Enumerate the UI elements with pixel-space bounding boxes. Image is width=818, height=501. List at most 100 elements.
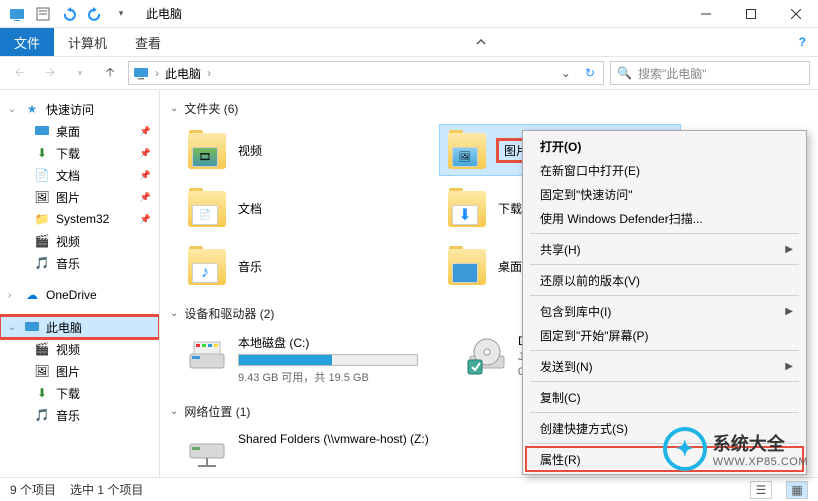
network-share[interactable]: Shared Folders (\\vmware-host) (Z:)	[180, 428, 440, 477]
redo-icon[interactable]	[84, 3, 106, 25]
pin-icon: 📌	[140, 192, 151, 203]
sidebar-item-system32[interactable]: 📁System32📌	[0, 208, 159, 230]
menu-send-to[interactable]: 发送到(N)▶	[526, 354, 803, 378]
sidebar-item-documents[interactable]: 📄文档📌	[0, 164, 159, 186]
help-icon[interactable]: ?	[787, 28, 818, 56]
download-icon: ⬇	[34, 145, 50, 161]
close-button[interactable]	[773, 0, 818, 28]
pc-icon	[133, 66, 149, 80]
window-title: 此电脑	[146, 5, 182, 22]
sidebar-onedrive[interactable]: ›☁OneDrive	[0, 284, 159, 306]
folder-documents[interactable]: 📄 文档	[180, 183, 420, 233]
folder-label: 视频	[238, 142, 262, 159]
drive-usage-text: 9.43 GB 可用，共 19.5 GB	[238, 369, 434, 385]
video-icon: 🎬	[34, 341, 50, 357]
expand-icon[interactable]: ⌄	[8, 322, 18, 333]
music-icon: 🎵	[34, 255, 50, 271]
sidebar-item-label: 音乐	[56, 255, 80, 272]
section-title: 网络位置 (1)	[184, 403, 250, 420]
menu-separator	[530, 295, 799, 296]
sidebar-pc-videos[interactable]: 🎬视频	[0, 338, 159, 360]
breadcrumb-root[interactable]: 此电脑	[165, 65, 201, 82]
properties-qat-icon[interactable]	[32, 3, 54, 25]
folder-videos[interactable]: 🎞 视频	[180, 125, 420, 175]
navbar: 🡠 🡢 ▾ 🡡 › 此电脑 › ⌄ ↻ 🔍 搜索"此电脑"	[0, 56, 818, 90]
menu-open[interactable]: 打开(O)	[526, 134, 803, 158]
menu-share[interactable]: 共享(H)▶	[526, 237, 803, 261]
sidebar-quick-access[interactable]: ⌄★快速访问	[0, 98, 159, 120]
qat-dropdown-icon[interactable]: ▾	[110, 3, 132, 25]
expand-icon[interactable]: ›	[8, 290, 18, 301]
menu-pin-quick-access[interactable]: 固定到"快速访问"	[526, 182, 803, 206]
sidebar-item-label: 图片	[56, 363, 80, 380]
back-button[interactable]: 🡠	[8, 61, 32, 85]
menu-restore-versions[interactable]: 还原以前的版本(V)	[526, 268, 803, 292]
folder-icon: ♪	[186, 245, 228, 287]
drive-c[interactable]: 本地磁盘 (C:) 9.43 GB 可用，共 19.5 GB	[180, 330, 440, 389]
sidebar-item-label: 文档	[56, 167, 80, 184]
tab-view[interactable]: 查看	[121, 28, 175, 56]
sidebar-item-music[interactable]: 🎵 音乐	[0, 252, 159, 274]
ribbon-collapse-icon[interactable]	[463, 28, 499, 56]
view-details-button[interactable]: ☰	[750, 481, 772, 499]
sidebar-item-label: 快速访问	[46, 101, 94, 118]
address-dropdown-icon[interactable]: ⌄	[557, 66, 575, 80]
chevron-down-icon[interactable]: ⌄	[170, 308, 178, 319]
sidebar-pc-music[interactable]: 🎵音乐	[0, 404, 159, 426]
pin-icon: 📌	[140, 126, 151, 137]
undo-icon[interactable]	[58, 3, 80, 25]
sidebar-item-label: 下载	[56, 145, 80, 162]
picture-icon: 🖼	[34, 189, 50, 205]
folder-music[interactable]: ♪ 音乐	[180, 241, 420, 291]
submenu-arrow-icon: ▶	[785, 244, 793, 255]
menu-include-library[interactable]: 包含到库中(I)▶	[526, 299, 803, 323]
tab-computer[interactable]: 计算机	[54, 28, 121, 56]
sidebar-this-pc[interactable]: ⌄此电脑	[0, 316, 159, 338]
expand-icon[interactable]: ⌄	[8, 104, 18, 115]
menu-label: 发送到(N)	[540, 358, 593, 375]
chevron-right-icon[interactable]: ›	[207, 66, 211, 80]
app-icon	[6, 3, 28, 25]
watermark-logo-icon: ✦	[663, 427, 707, 471]
menu-defender-scan[interactable]: 使用 Windows Defender扫描...	[526, 206, 803, 230]
view-tiles-button[interactable]: ▦	[786, 481, 808, 499]
watermark: ✦ 系统大全 WWW.XP85.COM	[663, 427, 808, 471]
watermark-url: WWW.XP85.COM	[713, 456, 808, 468]
sidebar-pc-downloads[interactable]: ⬇下载	[0, 382, 159, 404]
pc-icon	[24, 319, 40, 335]
menu-separator	[530, 264, 799, 265]
chevron-down-icon[interactable]: ⌄	[170, 103, 178, 114]
pin-icon: 📌	[140, 214, 151, 225]
titlebar: ▾ 此电脑	[0, 0, 818, 28]
sidebar-item-downloads[interactable]: ⬇下载📌	[0, 142, 159, 164]
maximize-button[interactable]	[728, 0, 773, 28]
folder-icon: 📄	[186, 187, 228, 229]
chevron-right-icon[interactable]: ›	[155, 66, 159, 80]
folder-label: 文档	[238, 200, 262, 217]
forward-button[interactable]: 🡢	[38, 61, 62, 85]
up-button[interactable]: 🡡	[98, 61, 122, 85]
menu-pin-start[interactable]: 固定到"开始"屏幕(P)	[526, 323, 803, 347]
picture-icon: 🖼	[34, 363, 50, 379]
recent-dropdown[interactable]: ▾	[68, 61, 92, 85]
sidebar-item-desktop[interactable]: 桌面📌	[0, 120, 159, 142]
refresh-icon[interactable]: ↻	[581, 66, 599, 80]
menu-copy[interactable]: 复制(C)	[526, 385, 803, 409]
section-folders[interactable]: ⌄文件夹 (6)	[160, 96, 818, 121]
minimize-button[interactable]	[683, 0, 728, 28]
status-selected-count: 选中 1 个项目	[70, 481, 143, 498]
chevron-down-icon[interactable]: ⌄	[170, 406, 178, 417]
menu-open-new-window[interactable]: 在新窗口中打开(E)	[526, 158, 803, 182]
tab-file[interactable]: 文件	[0, 28, 54, 56]
status-item-count: 9 个项目	[10, 481, 56, 498]
sidebar-pc-pictures[interactable]: 🖼 图片	[0, 360, 159, 382]
sidebar-item-pictures[interactable]: 🖼 图片 📌	[0, 186, 159, 208]
address-bar[interactable]: › 此电脑 › ⌄ ↻	[128, 61, 604, 85]
download-icon: ⬇	[34, 385, 50, 401]
sidebar-item-label: 图片	[56, 189, 80, 206]
search-input[interactable]: 🔍 搜索"此电脑"	[610, 61, 810, 85]
video-icon: 🎬	[34, 233, 50, 249]
menu-separator	[530, 412, 799, 413]
sidebar-item-label: System32	[56, 212, 109, 226]
sidebar-item-videos[interactable]: 🎬视频	[0, 230, 159, 252]
